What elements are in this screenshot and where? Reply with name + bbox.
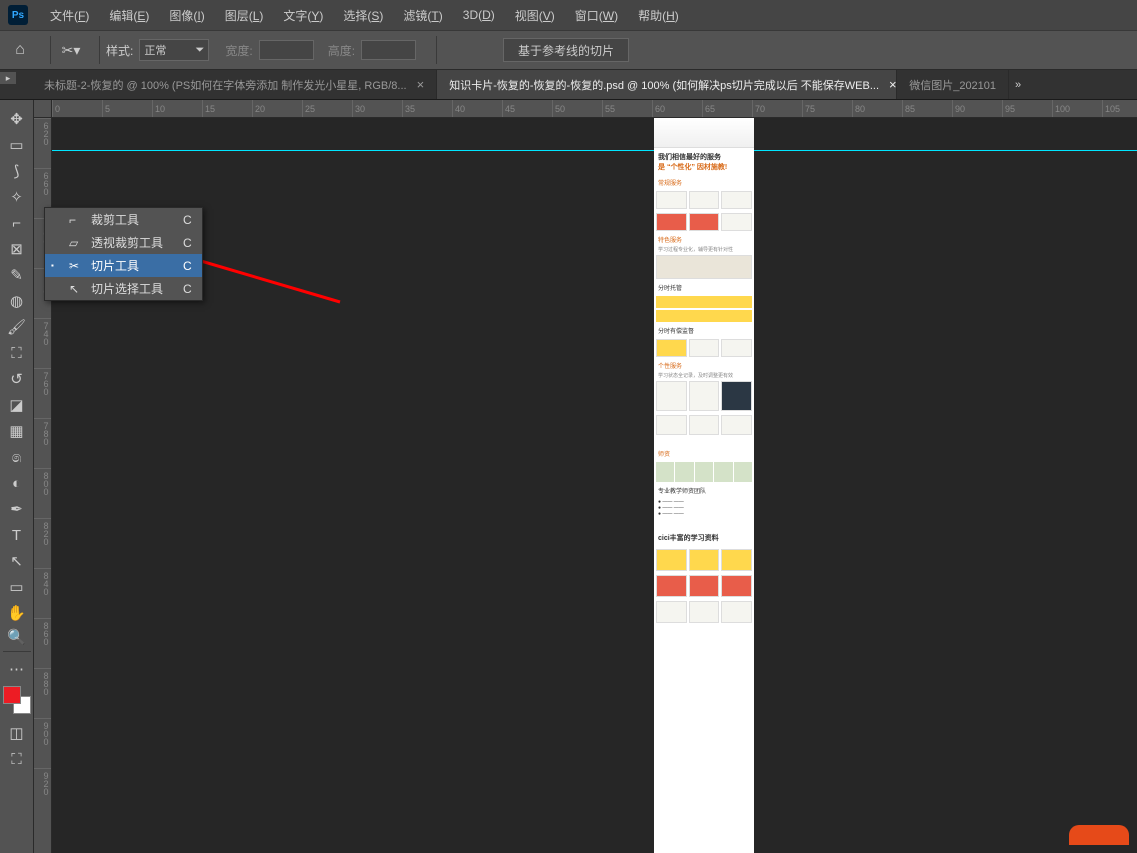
separator	[50, 36, 51, 64]
tab-overflow-icon[interactable]: »	[1009, 70, 1027, 99]
slice-from-guides-button[interactable]: 基于参考线的切片	[503, 38, 629, 62]
document-content: 我们相信最好的服务是 “个性化” 因材施教! 常规服务 特色服务 学习过程专业化…	[654, 118, 754, 853]
ruler-horizontal[interactable]: 0510152025303540455055606570758085909510…	[52, 100, 1137, 118]
menu-view[interactable]: 视图(V)	[505, 7, 565, 24]
lasso-tool-icon[interactable]: ⟆	[3, 158, 31, 184]
menu-select[interactable]: 选择(S)	[333, 7, 393, 24]
chevron-down-icon: ⏷	[196, 44, 205, 57]
document-tab-3[interactable]: 微信图片_202101	[897, 70, 1009, 99]
menu-type[interactable]: 文字(Y)	[273, 7, 333, 24]
tool-icon: ⌐	[69, 213, 85, 227]
separator	[99, 36, 100, 64]
close-icon[interactable]: ×	[417, 77, 425, 92]
tool-flyout-menu: ⌐裁剪工具C▱透视裁剪工具C✂切片工具C↖切片选择工具C	[44, 207, 203, 301]
ruler-origin[interactable]	[34, 100, 52, 118]
decorative-badge	[1069, 825, 1129, 845]
wand-tool-icon[interactable]: ✧	[3, 184, 31, 210]
menu-window[interactable]: 窗口(W)	[565, 7, 628, 24]
crop-tool-icon[interactable]: ⌐	[3, 210, 31, 236]
style-label: 样式:	[106, 42, 133, 59]
zoom-tool-icon[interactable]: 🔍	[3, 626, 31, 652]
document-tabs: 未标题-2-恢复的 @ 100% (PS如何在字体旁添加 制作发光小星星, RG…	[0, 70, 1137, 100]
foreground-color[interactable]	[3, 686, 21, 704]
separator	[436, 36, 437, 64]
eraser-tool-icon[interactable]: ◪	[3, 392, 31, 418]
blur-tool-icon[interactable]: ෧	[3, 444, 31, 470]
close-icon[interactable]: ×	[889, 77, 897, 92]
menu-edit[interactable]: 编辑(E)	[99, 7, 159, 24]
annotation-arrow	[180, 252, 350, 317]
hand-tool-icon[interactable]: ✋	[3, 600, 31, 626]
color-swatches[interactable]	[3, 686, 31, 714]
eyedropper-tool-icon[interactable]: ✎	[3, 262, 31, 288]
menu-image[interactable]: 图像(I)	[159, 7, 214, 24]
flyout-item[interactable]: ▱透视裁剪工具C	[45, 231, 202, 254]
tool-icon: ↖	[69, 282, 85, 296]
history-brush-tool-icon[interactable]: ↺	[3, 366, 31, 392]
menu-file[interactable]: 文件(F)	[40, 7, 99, 24]
stamp-tool-icon[interactable]: ⛶	[3, 340, 31, 366]
gradient-tool-icon[interactable]: ▦	[3, 418, 31, 444]
dodge-tool-icon[interactable]: ◐	[3, 470, 31, 496]
type-tool-icon[interactable]: T	[3, 522, 31, 548]
height-label: 高度:	[328, 42, 355, 59]
width-input[interactable]	[259, 40, 314, 60]
menu-help[interactable]: 帮助(H)	[628, 7, 689, 24]
move-tool-icon[interactable]: ✥	[3, 106, 31, 132]
options-bar: ⌂ ✂▾ 样式: 正常⏷ 宽度: 高度: 基于参考线的切片	[0, 30, 1137, 70]
home-icon[interactable]: ⌂	[4, 36, 36, 64]
expand-panels-icon[interactable]: ▸	[0, 72, 16, 84]
marquee-tool-icon[interactable]: ▭	[3, 132, 31, 158]
guide-line[interactable]	[52, 150, 1137, 151]
screenmode-icon[interactable]: ⛶	[3, 746, 31, 772]
heal-tool-icon[interactable]: ◍	[3, 288, 31, 314]
slice-tool-icon[interactable]: ✂▾	[57, 40, 85, 60]
flyout-item[interactable]: ↖切片选择工具C	[45, 277, 202, 300]
edit-toolbar-icon[interactable]: ⋯	[3, 656, 31, 682]
document-tab-2[interactable]: 知识卡片-恢复的-恢复的-恢复的.psd @ 100% (如何解决ps切片完成以…	[437, 70, 897, 99]
document-tab-1[interactable]: 未标题-2-恢复的 @ 100% (PS如何在字体旁添加 制作发光小星星, RG…	[32, 70, 437, 99]
quickmask-icon[interactable]: ◫	[3, 720, 31, 746]
menu-bar: Ps 文件(F) 编辑(E) 图像(I) 图层(L) 文字(Y) 选择(S) 滤…	[0, 0, 1137, 30]
menu-3d[interactable]: 3D(D)	[453, 8, 505, 22]
flyout-item[interactable]: ✂切片工具C	[45, 254, 202, 277]
tool-icon: ▱	[69, 236, 85, 250]
frame-tool-icon[interactable]: ⊠	[3, 236, 31, 262]
tool-icon: ✂	[69, 259, 85, 273]
pen-tool-icon[interactable]: ✒	[3, 496, 31, 522]
width-label: 宽度:	[225, 42, 252, 59]
height-input[interactable]	[361, 40, 416, 60]
brush-tool-icon[interactable]: 🖌	[3, 314, 31, 340]
menu-filter[interactable]: 滤镜(T)	[393, 7, 452, 24]
toolbox: ✥ ▭ ⟆ ✧ ⌐ ⊠ ✎ ◍ 🖌 ⛶ ↺ ◪ ▦ ෧ ◐ ✒ T ↖ ▭ ✋ …	[0, 100, 34, 853]
app-icon: Ps	[8, 5, 28, 25]
path-select-tool-icon[interactable]: ↖	[3, 548, 31, 574]
flyout-item[interactable]: ⌐裁剪工具C	[45, 208, 202, 231]
shape-tool-icon[interactable]: ▭	[3, 574, 31, 600]
style-select[interactable]: 正常⏷	[139, 39, 209, 61]
menu-layer[interactable]: 图层(L)	[215, 7, 274, 24]
